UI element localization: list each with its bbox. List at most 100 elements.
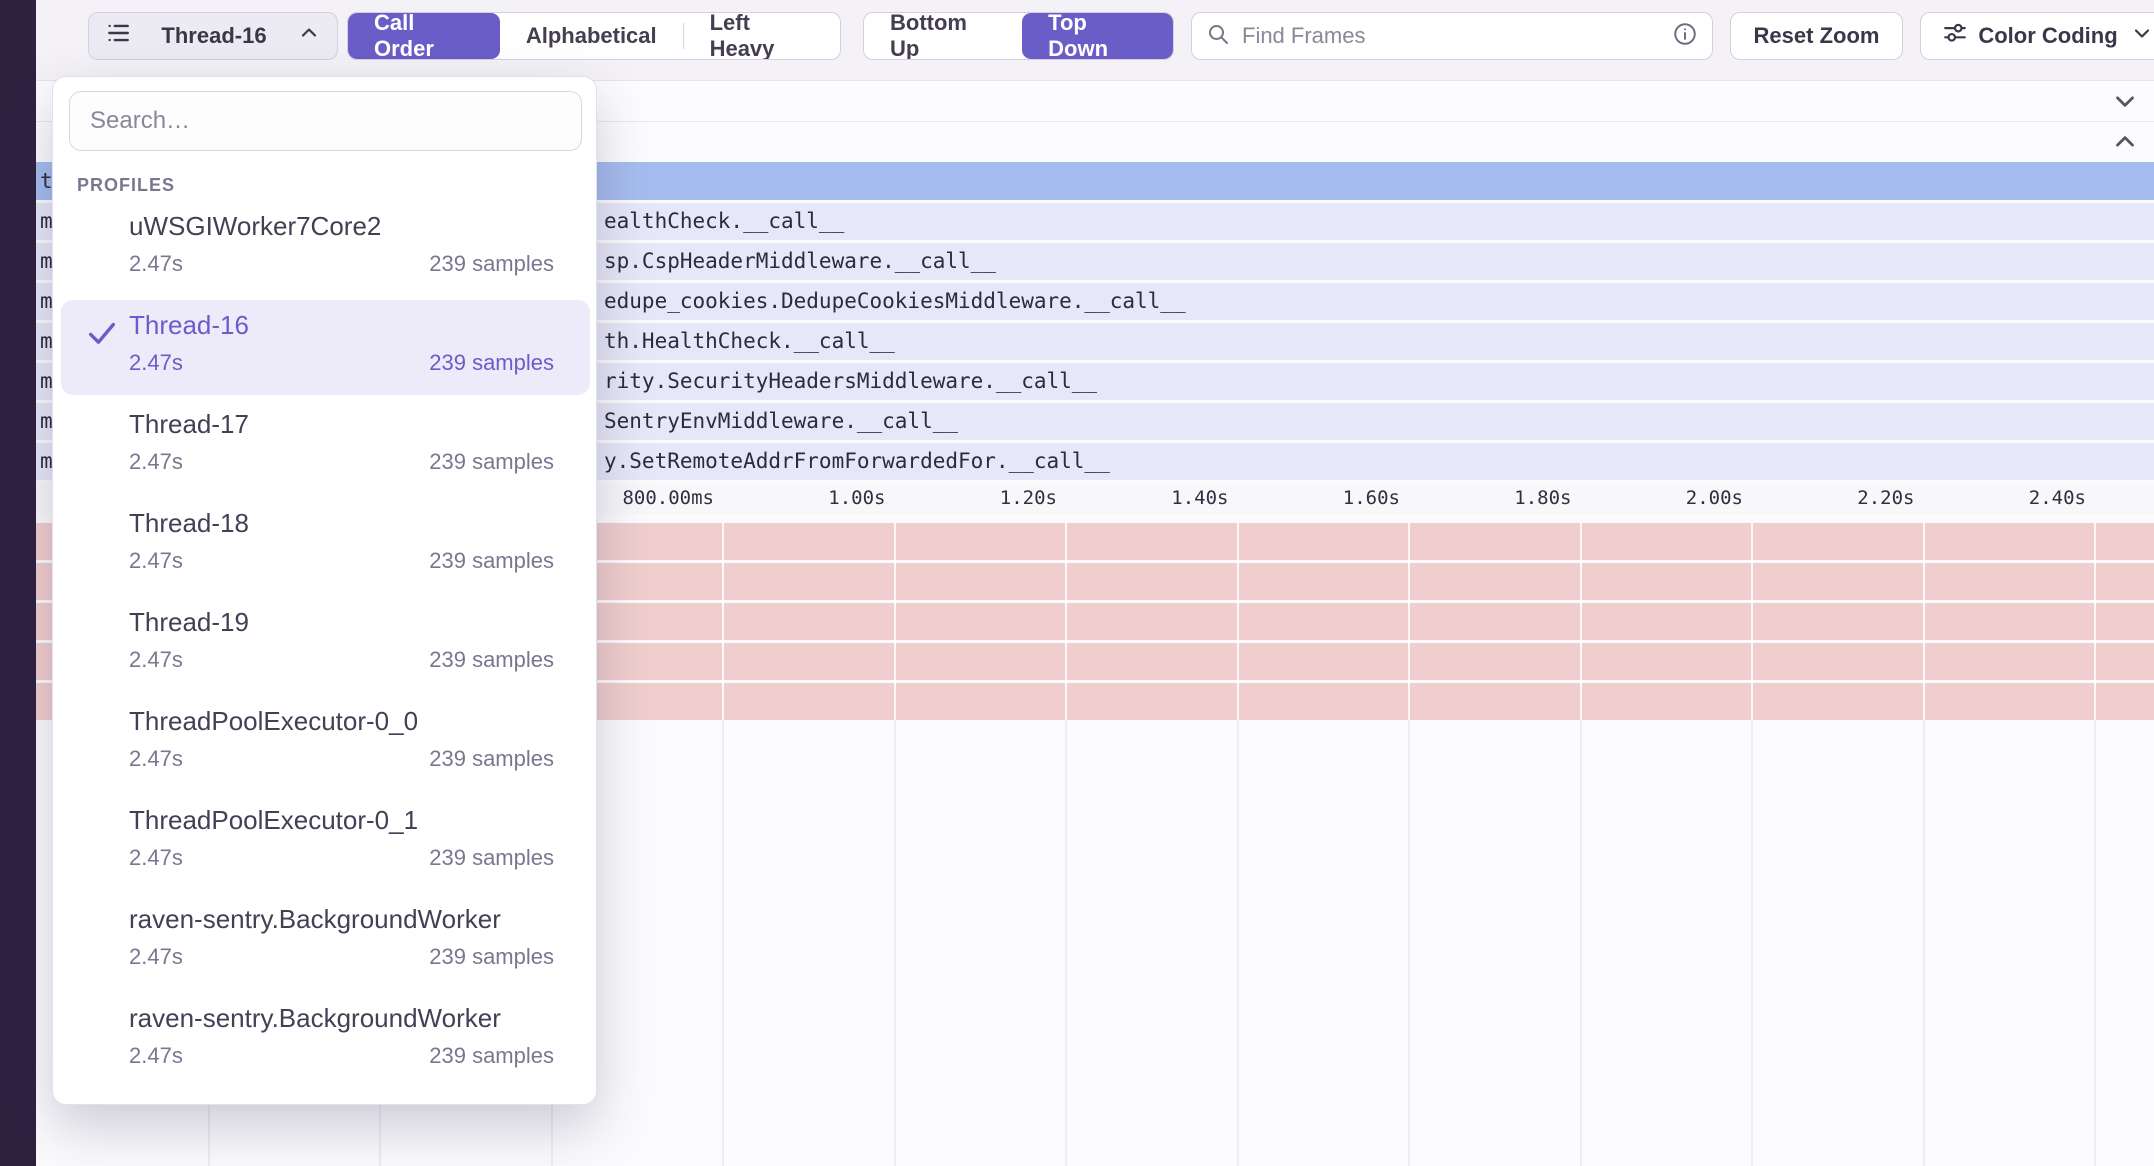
sort-segment-call-order[interactable]: Call Order xyxy=(348,13,500,59)
profile-duration: 2.47s xyxy=(129,1043,183,1069)
gridline xyxy=(1065,523,1067,720)
profile-name: uWSGIWorker7Core2 xyxy=(129,211,381,242)
gridline xyxy=(1408,523,1410,720)
profile-option[interactable]: ThreadPoolExecutor-0_02.47s239 samples xyxy=(61,696,590,791)
profile-duration: 2.47s xyxy=(129,845,183,871)
frame-label: th.HealthCheck.__call__ xyxy=(604,323,895,360)
gridline xyxy=(1408,720,1410,1166)
profile-duration: 2.47s xyxy=(129,647,183,673)
profile-samples: 239 samples xyxy=(429,647,554,673)
gridline xyxy=(894,720,896,1166)
frame-left-fragment: t xyxy=(40,162,53,200)
profile-samples: 239 samples xyxy=(429,746,554,772)
profile-name: Thread-19 xyxy=(129,607,249,638)
chevron-down-icon xyxy=(2130,21,2154,51)
sliders-icon xyxy=(1942,20,1968,52)
frame-left-fragment: m xyxy=(40,243,53,280)
gridline xyxy=(2094,523,2096,720)
dropdown-search-input[interactable] xyxy=(88,106,563,136)
gridline xyxy=(722,523,724,720)
profile-samples: 239 samples xyxy=(429,449,554,475)
profile-samples: 239 samples xyxy=(429,350,554,376)
profile-name: Thread-16 xyxy=(129,310,249,341)
profile-name: ThreadPoolExecutor-0_1 xyxy=(129,805,418,836)
frame-left-fragment: m xyxy=(40,443,53,480)
left-sidebar-stripe xyxy=(0,0,36,1166)
profile-duration: 2.47s xyxy=(129,350,183,376)
gridline xyxy=(1065,720,1067,1166)
gridline xyxy=(1923,523,1925,720)
frame-label: sp.CspHeaderMiddleware.__call__ xyxy=(604,243,996,280)
stream-icon xyxy=(105,20,131,52)
sort-segmented-control: Call OrderAlphabeticalLeft Heavy xyxy=(347,12,841,60)
profile-samples: 239 samples xyxy=(429,548,554,574)
view-segmented-control: Bottom UpTop Down xyxy=(863,12,1174,60)
frame-left-fragment: m xyxy=(40,363,53,400)
profile-option[interactable]: uWSGIWorker7Core2 2.47s 239 samples xyxy=(61,201,590,296)
gridline xyxy=(1751,720,1753,1166)
profile-name: Thread-17 xyxy=(129,409,249,440)
section-collapse-chevron-up-icon[interactable] xyxy=(2110,127,2140,157)
profile-option[interactable]: raven-sentry.BackgroundWorker2.47s239 sa… xyxy=(61,993,590,1088)
profiles-section-label: PROFILES xyxy=(77,175,175,196)
reset-zoom-button[interactable]: Reset Zoom xyxy=(1730,12,1903,60)
profiler-app: Thread-16 Call OrderAlphabeticalLeft Hea… xyxy=(0,0,2154,1166)
gridline xyxy=(1580,523,1582,720)
profile-samples: 239 samples xyxy=(429,845,554,871)
gridline xyxy=(722,720,724,1166)
axis-tick-label: 1.40s xyxy=(1171,483,1228,514)
profile-duration: 2.47s xyxy=(129,449,183,475)
chevron-up-icon xyxy=(297,21,321,51)
thread-selector-label: Thread-16 xyxy=(161,23,266,49)
dropdown-search xyxy=(69,91,582,151)
frame-label: SentryEnvMiddleware.__call__ xyxy=(604,403,958,440)
color-coding-label: Color Coding xyxy=(1978,23,2117,49)
frame-left-fragment: m xyxy=(40,203,53,240)
axis-tick-label: 1.20s xyxy=(1000,483,1057,514)
reset-zoom-label: Reset Zoom xyxy=(1754,23,1880,49)
profile-name: raven-sentry.BackgroundWorker xyxy=(129,1003,501,1034)
view-segment-top-down[interactable]: Top Down xyxy=(1022,13,1173,59)
profile-option[interactable]: Thread-16 2.47s 239 samples xyxy=(61,300,590,395)
profile-option[interactable]: Thread-19 2.47s 239 samples xyxy=(61,597,590,692)
frame-left-fragment: m xyxy=(40,403,53,440)
gridline xyxy=(1237,720,1239,1166)
gridline xyxy=(894,523,896,720)
find-frames-input[interactable] xyxy=(1240,22,1672,50)
frame-label: rity.SecurityHeadersMiddleware.__call__ xyxy=(604,363,1097,400)
profile-option[interactable]: Thread-17 2.47s 239 samples xyxy=(61,399,590,494)
frame-label: edupe_cookies.DedupeCookiesMiddleware.__… xyxy=(604,283,1186,320)
sort-segment-alphabetical[interactable]: Alphabetical xyxy=(500,13,683,59)
profile-option[interactable]: ThreadPoolExecutor-0_1 2.47s 239 samples xyxy=(61,795,590,890)
axis-tick-label: 2.40s xyxy=(2029,483,2086,514)
sort-segment-left-heavy[interactable]: Left Heavy xyxy=(684,13,840,59)
profile-samples: 239 samples xyxy=(429,944,554,970)
view-segment-bottom-up[interactable]: Bottom Up xyxy=(864,13,1022,59)
color-coding-button[interactable]: Color Coding xyxy=(1920,12,2154,60)
find-frames-search xyxy=(1191,12,1713,60)
profile-name: raven-sentry.BackgroundWorker xyxy=(129,904,501,935)
profile-duration: 2.47s xyxy=(129,251,183,277)
profile-duration: 2.47s xyxy=(129,548,183,574)
gridline xyxy=(2094,720,2096,1166)
axis-tick-label: 2.20s xyxy=(1857,483,1914,514)
axis-tick-label: 1.00s xyxy=(828,483,885,514)
profile-samples: 239 samples xyxy=(429,251,554,277)
profile-option[interactable]: raven-sentry.BackgroundWorker 2.47s 239 sa… xyxy=(61,894,590,989)
gridline xyxy=(1751,523,1753,720)
axis-tick-label: 1.80s xyxy=(1514,483,1571,514)
gridline xyxy=(1580,720,1582,1166)
gridline xyxy=(1923,720,1925,1166)
thread-selector-button[interactable]: Thread-16 xyxy=(88,12,338,60)
axis-tick-label: 2.00s xyxy=(1686,483,1743,514)
frame-label: ealthCheck.__call__ xyxy=(604,203,844,240)
search-icon xyxy=(1206,22,1230,51)
section-collapse-chevron-down-icon[interactable] xyxy=(2110,86,2140,116)
frame-left-fragment: m xyxy=(40,323,53,360)
info-icon[interactable] xyxy=(1672,21,1698,52)
axis-tick-label: 800.00ms xyxy=(622,483,714,514)
profile-option[interactable]: Thread-182.47s239 samples xyxy=(61,498,590,593)
profile-duration: 2.47s xyxy=(129,944,183,970)
thread-dropdown-panel: PROFILES uWSGIWorker7Core2 2.47s 239 sampl… xyxy=(52,76,597,1105)
gridline xyxy=(1237,523,1239,720)
